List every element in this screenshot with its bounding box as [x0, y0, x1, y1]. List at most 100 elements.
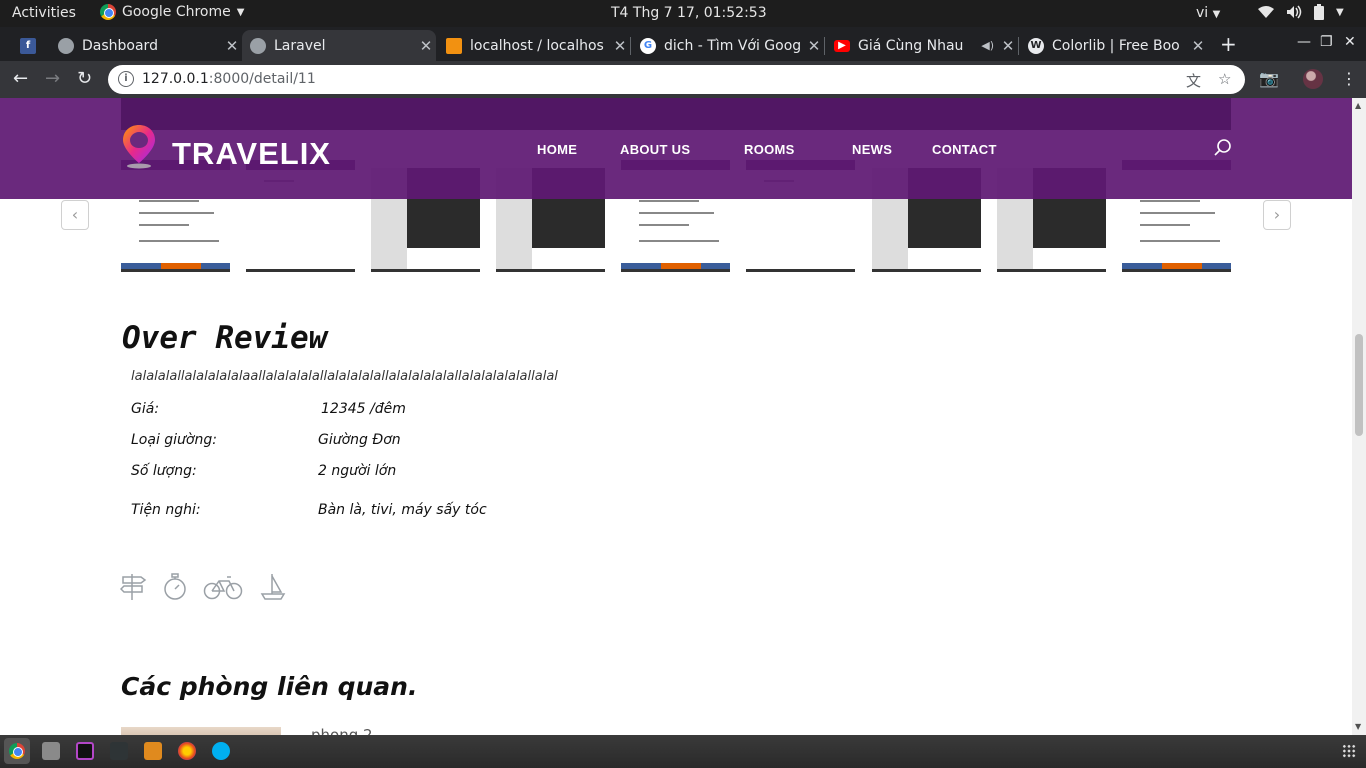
clock[interactable]: T4 Thg 7 17, 01:52:53	[611, 5, 767, 21]
wordpress-icon: W	[1028, 37, 1044, 54]
app-menu-label: Google Chrome	[122, 4, 231, 20]
phpmyadmin-icon	[446, 37, 462, 54]
tab-separator	[824, 37, 825, 55]
youtube-icon: ▶	[834, 39, 850, 52]
nav-contact[interactable]: CONTACT	[932, 142, 997, 157]
close-icon[interactable]: ✕	[998, 37, 1018, 55]
back-button[interactable]: ←	[13, 68, 28, 89]
stopwatch-icon	[164, 573, 186, 600]
tab-facebook[interactable]: f	[12, 30, 48, 61]
url-path: :8000/detail/11	[208, 71, 316, 87]
price-label: Giá:	[131, 401, 160, 417]
skype-icon[interactable]	[212, 742, 230, 760]
language-indicator[interactable]: vi ▼	[1196, 5, 1220, 21]
tab-title: Laravel	[274, 37, 326, 54]
star-icon[interactable]: ☆	[1218, 70, 1231, 88]
tab-title: localhost / localhos	[470, 37, 604, 54]
location-pin-icon	[123, 125, 155, 169]
forward-button[interactable]: →	[45, 68, 60, 89]
header-top-strip	[121, 98, 1231, 130]
activities-button[interactable]: Activities	[12, 5, 76, 21]
firefox-icon[interactable]	[178, 742, 196, 760]
bed-type-value: Giường Đơn	[318, 432, 401, 448]
tab-title: Dashboard	[82, 37, 158, 54]
chevron-down-icon: ▼	[236, 6, 245, 18]
browser-tab-strip: f Dashboard ✕ Laravel ✕ localhost / loca…	[0, 27, 1366, 61]
tab-google-search[interactable]: G dich - Tìm Với Goog ✕	[632, 30, 824, 61]
room-description: lalalalallalalalalalaallalalalalallalala…	[131, 369, 558, 384]
tab-laravel[interactable]: Laravel ✕	[242, 30, 436, 61]
tab-phpmyadmin[interactable]: localhost / localhos ✕	[438, 30, 630, 61]
close-icon[interactable]: ✕	[804, 37, 824, 55]
browser-toolbar: ← → ↻ i 127.0.0.1:8000/detail/11 文 ☆ 📷 ⋮	[0, 61, 1366, 98]
page-viewport: TRAVELIX HOME ABOUT US ROOMS NEWS CONTAC…	[0, 98, 1352, 735]
gallery-prev-button[interactable]: ‹	[61, 200, 89, 230]
audio-icon[interactable]: ◀)	[981, 39, 994, 52]
info-icon[interactable]: i	[118, 71, 134, 87]
app-menu[interactable]: Google Chrome ▼	[100, 4, 244, 20]
amenities-label: Tiện nghi:	[131, 502, 201, 518]
tab-separator	[630, 37, 631, 55]
page-scrollbar[interactable]: ▲ ▼	[1352, 98, 1366, 735]
profile-avatar[interactable]	[1303, 69, 1323, 89]
camera-extension-icon[interactable]: 📷	[1259, 69, 1279, 88]
google-icon: G	[640, 37, 656, 54]
price-value: 12345 /đêm	[321, 401, 406, 417]
system-top-bar: Activities Google Chrome ▼ T4 Thg 7 17, …	[0, 0, 1366, 27]
site-header: TRAVELIX HOME ABOUT US ROOMS NEWS CONTAC…	[0, 98, 1352, 199]
gallery-next-button[interactable]: ›	[1263, 200, 1291, 230]
sublime-text-icon[interactable]	[144, 742, 162, 760]
reload-button[interactable]: ↻	[77, 68, 92, 89]
close-icon[interactable]: ✕	[222, 37, 242, 55]
nav-home[interactable]: HOME	[537, 142, 577, 157]
search-icon[interactable]	[1213, 138, 1233, 158]
restore-button[interactable]: ❐	[1320, 34, 1333, 50]
chrome-icon	[100, 4, 116, 20]
tab-separator	[1018, 37, 1019, 55]
related-room-name[interactable]: phong 2	[311, 726, 373, 735]
url-host: 127.0.0.1	[142, 71, 209, 87]
volume-icon	[1287, 5, 1302, 19]
system-tray[interactable]: ▼	[1258, 4, 1344, 20]
menu-icon[interactable]: ⋮	[1341, 69, 1357, 88]
related-room-image[interactable]	[121, 727, 281, 735]
related-rooms-title: Các phòng liên quan.	[121, 672, 418, 701]
nav-rooms[interactable]: ROOMS	[744, 142, 795, 157]
nav-about-us[interactable]: ABOUT US	[620, 142, 690, 157]
show-applications-icon[interactable]	[1342, 744, 1356, 758]
scrollbar-thumb[interactable]	[1355, 334, 1363, 436]
minimize-button[interactable]: —	[1297, 34, 1311, 50]
scroll-down-icon[interactable]: ▼	[1355, 722, 1361, 731]
amenities-value: Bàn là, tivi, máy sấy tóc	[318, 502, 487, 518]
new-tab-button[interactable]: +	[1220, 32, 1237, 56]
translate-icon[interactable]: 文	[1186, 70, 1201, 91]
tab-dashboard[interactable]: Dashboard ✕	[50, 30, 242, 61]
wifi-icon	[1258, 6, 1274, 18]
close-icon[interactable]: ✕	[610, 37, 630, 55]
close-icon[interactable]: ✕	[416, 37, 436, 55]
terminal-icon[interactable]	[110, 742, 128, 760]
bed-type-label: Loại giường:	[131, 432, 217, 448]
tab-title: dich - Tìm Với Goog	[664, 37, 802, 54]
nav-news[interactable]: NEWS	[852, 142, 892, 157]
chevron-down-icon: ▼	[1336, 6, 1344, 18]
facebook-icon: f	[20, 37, 36, 54]
capacity-label: Số lượng:	[131, 463, 197, 479]
files-icon[interactable]	[42, 742, 60, 760]
chevron-down-icon: ▼	[1212, 9, 1221, 20]
site-logo[interactable]: TRAVELIX	[172, 136, 331, 172]
chrome-icon	[9, 743, 25, 759]
chevron-left-icon: ‹	[71, 205, 79, 224]
url-text: 127.0.0.1:8000/detail/11	[142, 71, 316, 87]
tab-colorlib[interactable]: W Colorlib | Free Boo ✕	[1020, 30, 1208, 61]
globe-icon	[58, 37, 74, 54]
signpost-icon	[120, 574, 147, 600]
language-label: vi	[1196, 5, 1209, 21]
address-bar[interactable]: i 127.0.0.1:8000/detail/11 文 ☆	[108, 65, 1245, 94]
close-icon[interactable]: ✕	[1188, 37, 1208, 55]
close-window-button[interactable]: ✕	[1344, 34, 1356, 50]
tab-youtube[interactable]: ▶ Giá Cùng Nhau ◀) ✕	[826, 30, 1018, 61]
scroll-up-icon[interactable]: ▲	[1355, 101, 1361, 110]
phpstorm-icon[interactable]	[76, 742, 94, 760]
bicycle-icon	[203, 576, 243, 600]
